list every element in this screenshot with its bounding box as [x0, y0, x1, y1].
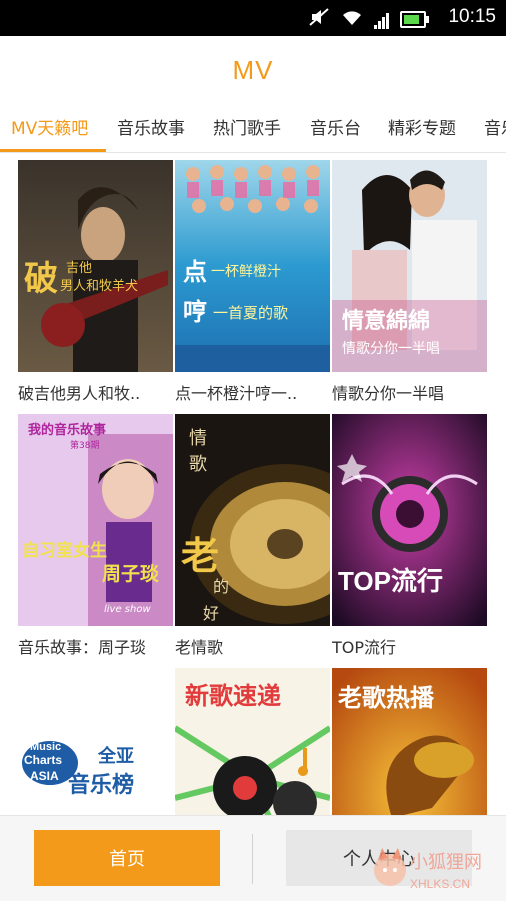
- mv-caption: 破吉他男人和牧..: [18, 384, 141, 403]
- battery-icon: [400, 10, 429, 28]
- tab-music-station[interactable]: 音乐台: [310, 114, 361, 139]
- art-text: Music: [30, 741, 61, 753]
- art-text: 歌: [189, 454, 207, 475]
- mv-caption: TOP流行: [332, 638, 397, 657]
- mv-thumbnail[interactable]: 点 一杯鲜橙汁 哼 一首夏的歌: [175, 160, 330, 372]
- art-text: 一杯鲜橙汁: [211, 264, 281, 280]
- mv-thumbnail[interactable]: 情 歌 老 的 好: [175, 414, 330, 626]
- art-text: 好: [203, 604, 219, 623]
- art-text: ASIA: [30, 769, 59, 783]
- fox-logo-icon: [374, 848, 406, 886]
- tab-hot-singers[interactable]: 热门歌手: [213, 114, 281, 139]
- watermark: 小狐狸网 XHLKS.CN: [370, 838, 506, 898]
- art-text: live show: [104, 604, 151, 615]
- art-text: 新歌速递: [185, 682, 281, 710]
- signal-icon: [374, 10, 390, 29]
- mv-caption: 老情歌: [175, 638, 224, 657]
- page-title: MV: [232, 54, 274, 85]
- art-text: 一首夏的歌: [213, 304, 288, 322]
- mv-caption: 点一杯橙汁哼一..: [175, 384, 298, 403]
- tab-music-more[interactable]: 音乐: [484, 114, 506, 139]
- art-text: 自习室女生: [22, 540, 107, 561]
- art-text: 老歌热播: [338, 684, 435, 712]
- wifi-icon: [340, 7, 364, 31]
- art-text: TOP流行: [338, 566, 443, 596]
- mv-thumbnail[interactable]: TOP流行: [332, 414, 487, 626]
- watermark-text: 小狐狸网: [410, 852, 482, 873]
- watermark-subtext: XHLKS.CN: [410, 877, 470, 891]
- art-text: 我的音乐故事: [28, 422, 106, 438]
- art-text: 吉他: [66, 261, 92, 276]
- status-bar: 10:15: [0, 0, 506, 36]
- art-text: 周子琰: [102, 563, 159, 585]
- art-text: 的: [213, 577, 229, 596]
- art-text: 男人和牧羊犬: [60, 278, 138, 294]
- art-text: 情歌分你一半唱: [342, 341, 440, 357]
- mute-icon: [308, 7, 330, 31]
- nav-divider: [252, 834, 253, 884]
- mv-caption: 音乐故事：周子琰: [18, 638, 147, 657]
- tab-mv-tianlai[interactable]: MV天籁吧: [11, 114, 88, 139]
- mv-thumbnail[interactable]: 情意綿綿 情歌分你一半唱: [332, 160, 487, 372]
- app-header: MV: [0, 36, 506, 104]
- art-text: 破: [24, 259, 58, 299]
- mv-thumbnail[interactable]: 我的音乐故事 第38期 自习室女生 周子琰 live show: [18, 414, 173, 626]
- status-time: 10:15: [448, 6, 496, 27]
- tab-featured-topics[interactable]: 精彩专题: [388, 114, 456, 139]
- art-text: 音乐榜: [68, 772, 134, 798]
- art-text: 老: [181, 534, 219, 578]
- active-tab-indicator: [0, 149, 106, 152]
- art-text: 情意綿綿: [342, 308, 430, 334]
- art-text: 点: [183, 258, 207, 286]
- mv-caption: 情歌分你一半唱: [332, 384, 445, 403]
- tab-music-story[interactable]: 音乐故事: [117, 114, 185, 139]
- home-button[interactable]: 首页: [34, 830, 220, 886]
- art-text: Charts: [24, 753, 62, 767]
- art-text: 哼: [183, 298, 207, 326]
- mv-thumbnail[interactable]: 破 吉他 男人和牧羊犬: [18, 160, 173, 372]
- category-tabs: MV天籁吧 音乐故事 热门歌手 音乐台 精彩专题 音乐: [0, 104, 506, 153]
- art-text: 第38期: [70, 439, 99, 451]
- art-text: 情: [189, 428, 207, 449]
- art-text: 全亚: [97, 745, 134, 767]
- status-icons: [308, 7, 429, 31]
